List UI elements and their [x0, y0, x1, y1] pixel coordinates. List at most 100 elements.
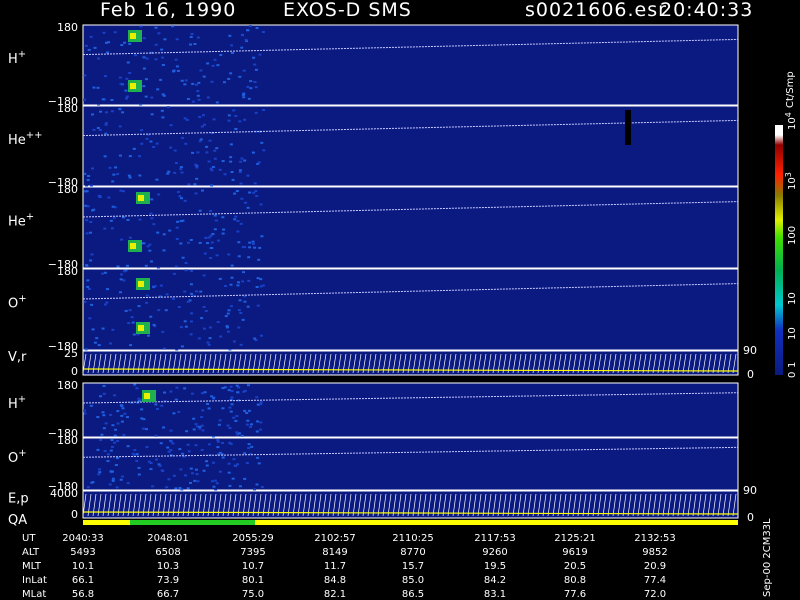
speckle: [183, 290, 187, 293]
speckle: [129, 344, 133, 347]
speckle: [133, 449, 137, 452]
speckle: [141, 427, 145, 430]
speckle: [259, 421, 263, 424]
speckle: [243, 300, 247, 303]
speckle: [126, 61, 130, 64]
speckle: [98, 129, 102, 132]
speckle: [137, 305, 141, 308]
speckle: [245, 29, 249, 32]
speckle: [201, 429, 205, 432]
speckle: [233, 192, 237, 195]
speckle: [160, 48, 164, 51]
ytick-max: 180: [57, 379, 78, 392]
speckle: [127, 174, 131, 177]
data-gap: [625, 110, 631, 145]
speckle: [104, 75, 108, 78]
speckle: [247, 409, 251, 412]
speckle: [249, 87, 253, 90]
speckle: [194, 468, 198, 471]
speckle: [126, 416, 130, 419]
speckle: [227, 253, 231, 256]
speckle: [108, 166, 112, 169]
speckle: [250, 423, 254, 426]
speckle: [255, 483, 259, 486]
speckle: [104, 422, 108, 425]
speckle: [248, 246, 252, 249]
colorbar-tick: 0: [787, 372, 798, 378]
panel-label: H+: [8, 394, 26, 412]
speckle: [154, 403, 158, 406]
speckle: [114, 464, 118, 467]
speckle: [186, 487, 190, 490]
speckle: [176, 190, 180, 193]
speckle: [169, 440, 173, 443]
speckle: [241, 318, 245, 321]
speckle: [229, 283, 233, 286]
speckle: [137, 397, 141, 400]
speckle: [246, 174, 250, 177]
speckle: [247, 443, 251, 446]
speckle: [240, 197, 244, 200]
speckle: [195, 290, 199, 293]
speckle: [152, 323, 156, 326]
speckle: [256, 420, 260, 423]
speckle: [226, 424, 230, 427]
speckle: [210, 241, 214, 244]
speckle: [259, 278, 263, 281]
speckle: [159, 78, 163, 81]
table-cell: 84.2: [484, 575, 506, 586]
speckle: [236, 281, 240, 284]
speckle: [144, 264, 148, 267]
speckle: [191, 151, 195, 154]
speckle: [239, 312, 243, 315]
speckle: [101, 272, 105, 275]
rtick-max: 90: [743, 484, 757, 497]
speckle: [251, 240, 255, 243]
speckle: [176, 69, 180, 72]
speckle: [253, 337, 257, 340]
speckle: [189, 269, 193, 272]
speckle: [202, 306, 206, 309]
table-cell: 2117:53: [474, 533, 516, 544]
speckle: [194, 83, 198, 86]
speckle: [213, 479, 217, 482]
speckle: [183, 320, 187, 323]
speckle: [189, 43, 193, 46]
speckle: [190, 33, 194, 36]
speckle: [110, 227, 114, 230]
speckle: [138, 174, 142, 177]
speckle: [255, 396, 259, 399]
speckle: [212, 396, 216, 399]
speckle: [249, 80, 253, 83]
speckle: [255, 27, 259, 30]
speckle: [145, 57, 149, 60]
speckle: [105, 301, 109, 304]
speckle: [256, 403, 260, 406]
speckle: [122, 279, 126, 282]
speckle: [204, 236, 208, 239]
speckle: [197, 81, 201, 84]
panel-3: He+180−180: [8, 183, 739, 271]
speckle: [234, 128, 238, 131]
speckle: [118, 125, 122, 128]
speckle: [86, 279, 90, 282]
speckle: [122, 270, 126, 273]
speckle: [137, 473, 141, 476]
speckle: [114, 428, 118, 431]
speckle: [212, 485, 216, 488]
speckle: [142, 418, 146, 421]
table-cell: 66.1: [72, 575, 94, 586]
speckle: [166, 172, 170, 175]
speckle: [260, 141, 264, 144]
panel-7: O+180−180: [8, 434, 739, 493]
speckle: [163, 391, 167, 394]
speckle: [187, 183, 191, 186]
speckle: [244, 38, 248, 41]
speckle: [126, 218, 130, 221]
speckle: [226, 312, 230, 315]
speckle: [202, 75, 206, 78]
speckle: [239, 222, 243, 225]
speckle: [202, 274, 206, 277]
speckle: [121, 111, 125, 114]
speckle: [211, 166, 215, 169]
